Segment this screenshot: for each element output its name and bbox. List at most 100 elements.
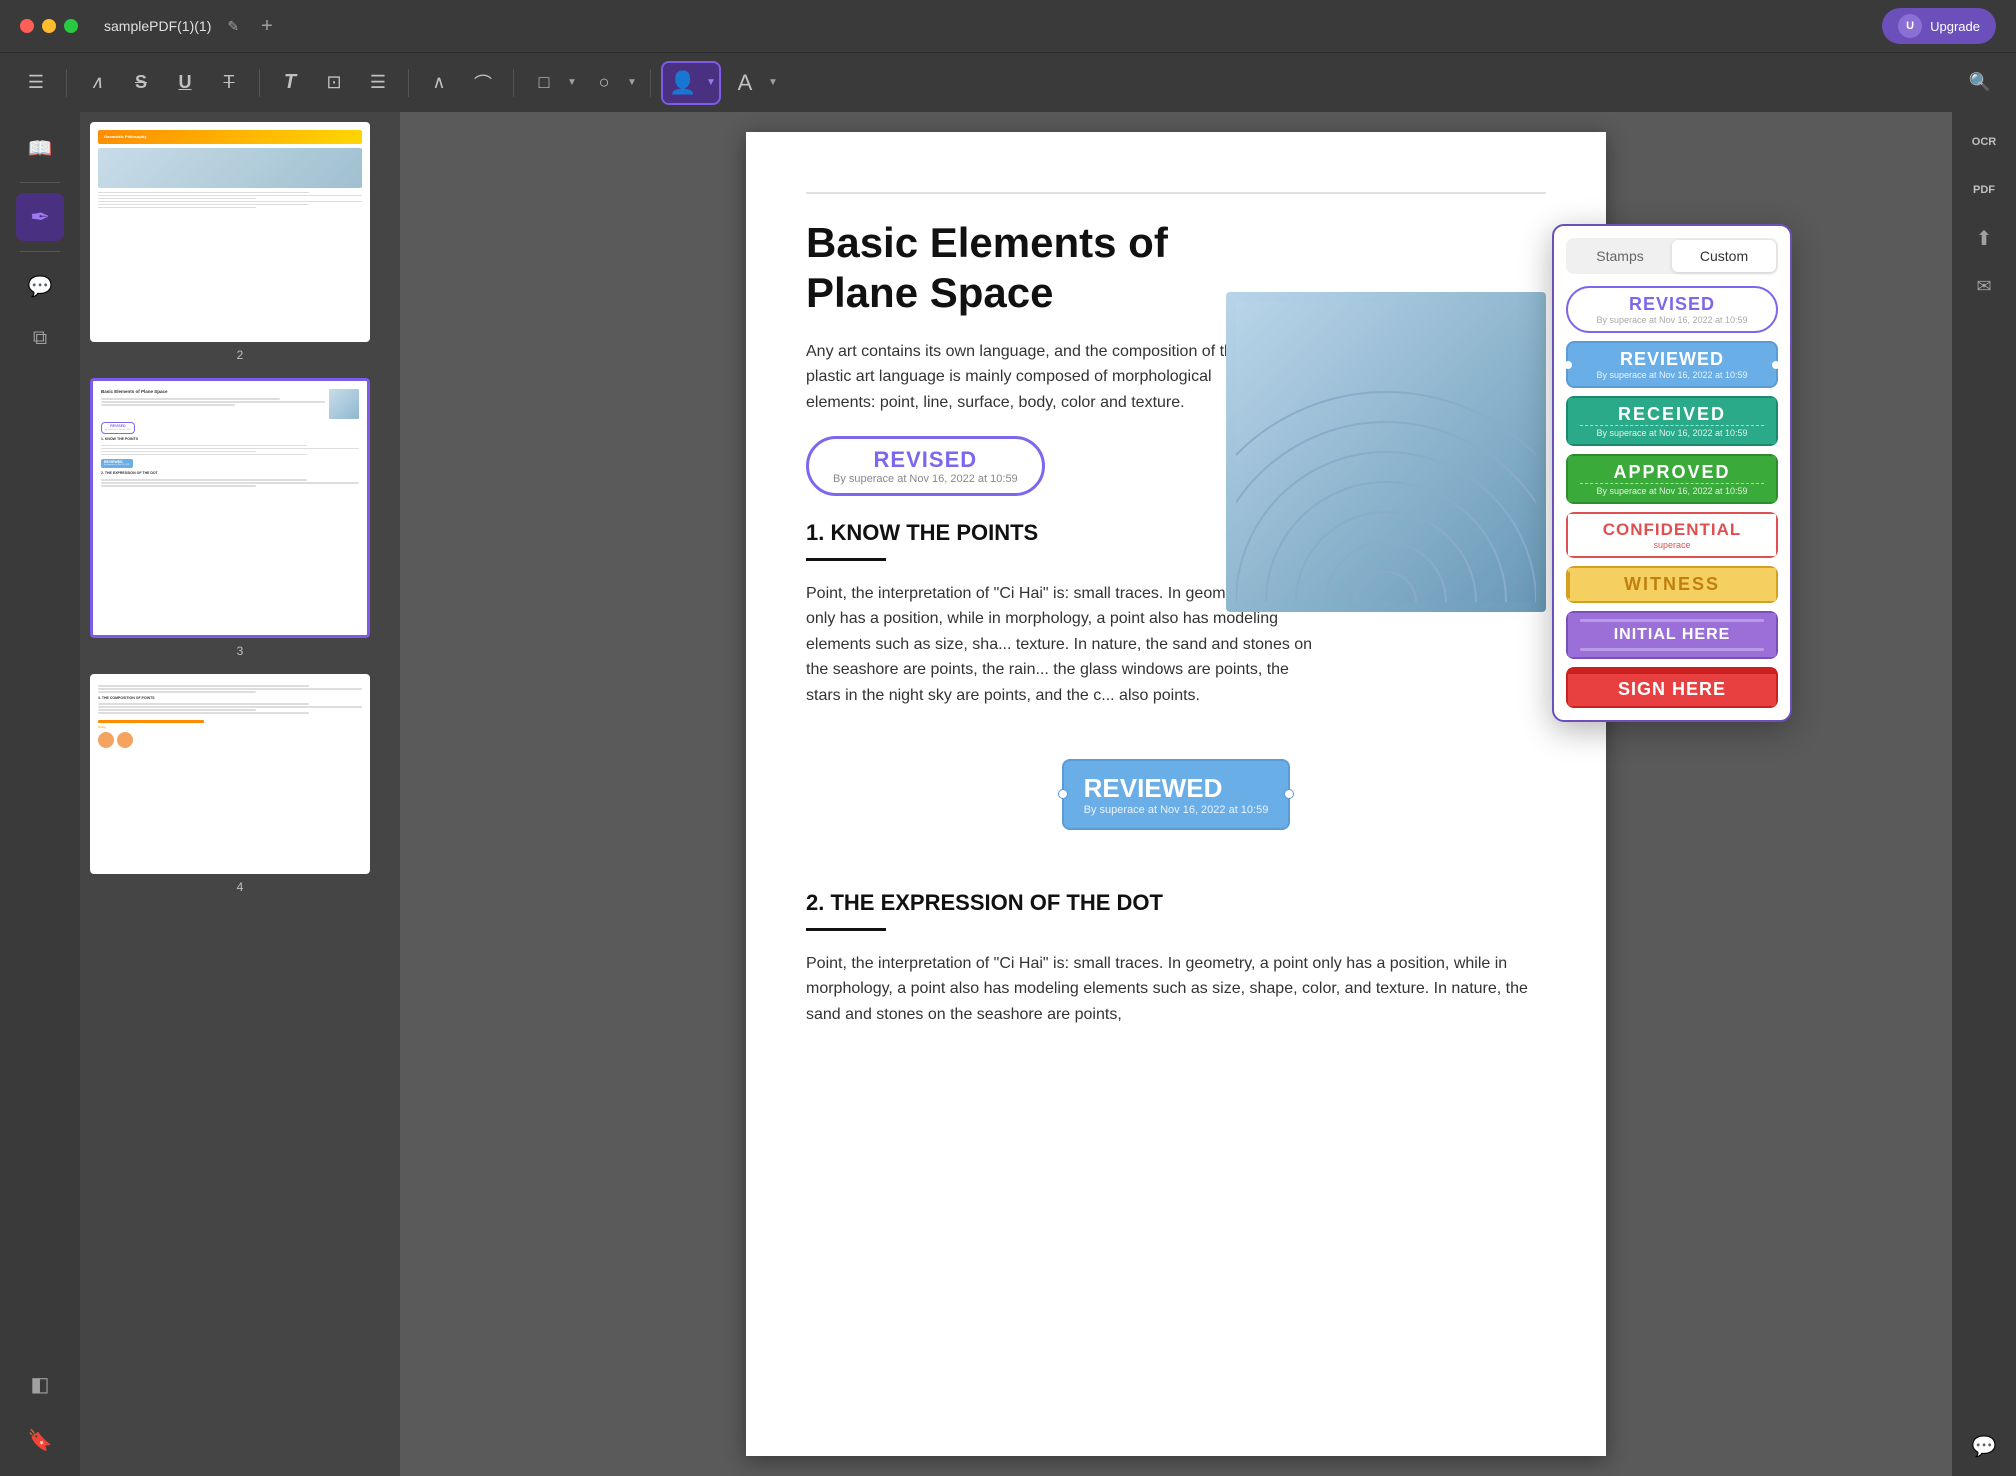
tab-stamps[interactable]: Stamps xyxy=(1568,240,1672,272)
add-tab-button[interactable]: + xyxy=(261,15,273,38)
edit-title-icon[interactable]: ✎ xyxy=(227,18,239,35)
sidebar-icon-layers2[interactable]: ◧ xyxy=(16,1360,64,1408)
shape-tool[interactable]: ⌒ xyxy=(463,63,503,103)
sidebar-separator-2 xyxy=(20,251,60,252)
highlight-tool[interactable]: ∧ xyxy=(77,63,117,103)
tab-custom[interactable]: Custom xyxy=(1672,240,1776,272)
thumb-line xyxy=(101,479,307,481)
upgrade-button[interactable]: U Upgrade xyxy=(1882,8,1996,44)
stamp-approved-display: APPROVED By superace at Nov 16, 2022 at … xyxy=(1566,454,1778,504)
comment-tool[interactable]: ☰ xyxy=(16,63,56,103)
pdf-stamp-revised[interactable]: REVISED By superace at Nov 16, 2022 at 1… xyxy=(806,436,1045,496)
textbox-tool[interactable]: ⊡ xyxy=(314,63,354,103)
thumb-line xyxy=(101,485,256,487)
thumb-lines-3c xyxy=(101,479,359,487)
maximize-button[interactable] xyxy=(64,19,78,33)
pdf-hero-image xyxy=(1226,292,1546,612)
stamp-confidential-sub: superace xyxy=(1580,540,1764,550)
pdf-area[interactable]: Basic Elements of Plane Space Any art co… xyxy=(400,112,1952,1476)
window-title: samplePDF(1)(1) xyxy=(104,18,211,34)
sidebar-icon-layers[interactable]: ⧉ xyxy=(16,314,64,362)
stamp-item-sign-here[interactable]: SIGN HERE xyxy=(1566,667,1778,708)
stamp-reviewed-title: REVIEWED xyxy=(1596,349,1747,370)
stamp-item-reviewed[interactable]: REVIEWED By superace at Nov 16, 2022 at … xyxy=(1566,341,1778,388)
titlebar-left: samplePDF(1)(1) ✎ + xyxy=(20,15,273,38)
stamp-revised-sub: By superace at Nov 16, 2022 at 10:59 xyxy=(833,473,1018,485)
titlebar: samplePDF(1)(1) ✎ + U Upgrade xyxy=(0,0,2016,52)
rectangle-tool-group: □ ▼ xyxy=(524,63,580,103)
stamp-item-received[interactable]: RECEIVED By superace at Nov 16, 2022 at … xyxy=(1566,396,1778,446)
separator-4 xyxy=(513,69,514,97)
export-tool[interactable]: ⬆ xyxy=(1962,216,2006,260)
stamp-received-title: RECEIVED xyxy=(1580,404,1764,425)
stamp-item-confidential[interactable]: CONFIDENTIAL superace xyxy=(1566,512,1778,558)
thumb-line xyxy=(101,445,307,447)
mail-tool[interactable]: ✉ xyxy=(1962,264,2006,308)
rectangle-tool[interactable]: □ xyxy=(524,63,564,103)
thumbnail-3[interactable]: Basic Elements of Plane Space REVISED By… xyxy=(90,378,390,658)
stamp-reviewed-display: REVIEWED By superace at Nov 16, 2022 at … xyxy=(1566,341,1778,388)
thumb-line xyxy=(98,195,362,197)
ocr-tool[interactable]: OCR xyxy=(1962,120,2006,164)
stamp-witness-display: WITNESS xyxy=(1566,566,1778,603)
thumb-content-4: 3. THE COMPOSITION OF POINTS String xyxy=(90,674,370,756)
typewriter-tool[interactable]: T xyxy=(209,63,249,103)
sidebar-icon-comment[interactable]: 💬 xyxy=(16,262,64,310)
stamp-dot-left xyxy=(1058,789,1068,799)
thumb-content-3: Basic Elements of Plane Space REVISED By… xyxy=(93,381,367,496)
stamp-dot-right xyxy=(1284,789,1294,799)
pdf-stamp-reviewed[interactable]: REVIEWED By superace at Nov 16, 2022 at … xyxy=(1062,759,1291,830)
strikethrough-tool[interactable]: S xyxy=(121,63,161,103)
thumb-line xyxy=(101,482,359,484)
stamp-dot-left xyxy=(1566,361,1572,369)
note-tool[interactable]: ☰ xyxy=(358,63,398,103)
stamp-tool-arrow[interactable]: ▼ xyxy=(703,63,719,103)
stamp-received-display: RECEIVED By superace at Nov 16, 2022 at … xyxy=(1566,396,1778,446)
stamp-received-sub: By superace at Nov 16, 2022 at 10:59 xyxy=(1580,425,1764,438)
pdf-page: Basic Elements of Plane Space Any art co… xyxy=(746,132,1606,1456)
thumbnails-panel: Geometric Philosophy 2 xyxy=(80,112,400,1476)
stamp-confidential-display: CONFIDENTIAL superace xyxy=(1566,512,1778,558)
stamp-confidential-title: CONFIDENTIAL xyxy=(1580,520,1764,540)
stamp-item-approved[interactable]: APPROVED By superace at Nov 16, 2022 at … xyxy=(1566,454,1778,504)
thumbnail-4[interactable]: 3. THE COMPOSITION OF POINTS String xyxy=(90,674,390,894)
thumbnail-2[interactable]: Geometric Philosophy 2 xyxy=(90,122,390,362)
thumb-title-2: Geometric Philosophy xyxy=(98,130,362,144)
underline-tool[interactable]: U xyxy=(165,63,205,103)
thumb-lines-3b xyxy=(101,445,359,456)
stamp-item-witness[interactable]: WITNESS xyxy=(1566,566,1778,603)
stamp-panel-tabs: Stamps Custom xyxy=(1566,238,1778,274)
close-button[interactable] xyxy=(20,19,34,33)
stamp-revised-sub: By superace at Nov 16, 2022 at 10:59 xyxy=(1580,315,1764,325)
sidebar-icon-reader[interactable]: 📖 xyxy=(16,124,64,172)
thumb-line xyxy=(98,691,256,693)
color-tool[interactable]: ○ xyxy=(584,63,624,103)
stamp-panel: Stamps Custom REVISED By superace at Nov… xyxy=(1552,224,1792,722)
stamp-revised-display: REVISED By superace at Nov 16, 2022 at 1… xyxy=(1566,286,1778,333)
signature-tool[interactable]: A xyxy=(725,63,765,103)
pdf-export-tool[interactable]: PDF xyxy=(1962,168,2006,212)
main-area: 📖 ✒ 💬 ⧉ ◧ 🔖 Geometric Philosophy xyxy=(0,112,2016,1476)
thumb-line xyxy=(98,207,256,209)
pdf-section2-divider xyxy=(806,928,886,931)
stamp-item-initial-here[interactable]: INITIAL HERE xyxy=(1566,611,1778,659)
rectangle-tool-arrow[interactable]: ▼ xyxy=(564,63,580,103)
chat-tool[interactable]: 💬 xyxy=(1962,1424,2006,1468)
signature-tool-arrow[interactable]: ▼ xyxy=(765,63,781,103)
color-tool-arrow[interactable]: ▼ xyxy=(624,63,640,103)
thumbnail-img-4: 3. THE COMPOSITION OF POINTS String xyxy=(90,674,370,874)
sidebar-icon-annotate[interactable]: ✒ xyxy=(16,193,64,241)
stamp-item-revised[interactable]: REVISED By superace at Nov 16, 2022 at 1… xyxy=(1566,286,1778,333)
text-tool[interactable]: T xyxy=(270,63,310,103)
minimize-button[interactable] xyxy=(42,19,56,33)
thumb-line xyxy=(101,451,256,453)
sidebar-icon-bookmark[interactable]: 🔖 xyxy=(16,1416,64,1464)
search-tool[interactable]: 🔍 xyxy=(1960,63,2000,103)
titlebar-right: U Upgrade xyxy=(1882,8,1996,44)
stamp-list: REVISED By superace at Nov 16, 2022 at 1… xyxy=(1566,286,1778,708)
stamp-reviewed-sub: By superace at Nov 16, 2022 at 10:59 xyxy=(1084,804,1269,816)
pencil-tool[interactable]: ∧ xyxy=(419,63,459,103)
toolbar: ☰ ∧ S U T T ⊡ ☰ ∧ ⌒ □ ▼ ○ ▼ 👤 ▼ A ▼ 🔍 xyxy=(0,52,2016,112)
stamp-reviewed-sub: By superace at Nov 16, 2022 at 10:59 xyxy=(1596,370,1747,380)
stamp-tool[interactable]: 👤 xyxy=(663,63,703,103)
